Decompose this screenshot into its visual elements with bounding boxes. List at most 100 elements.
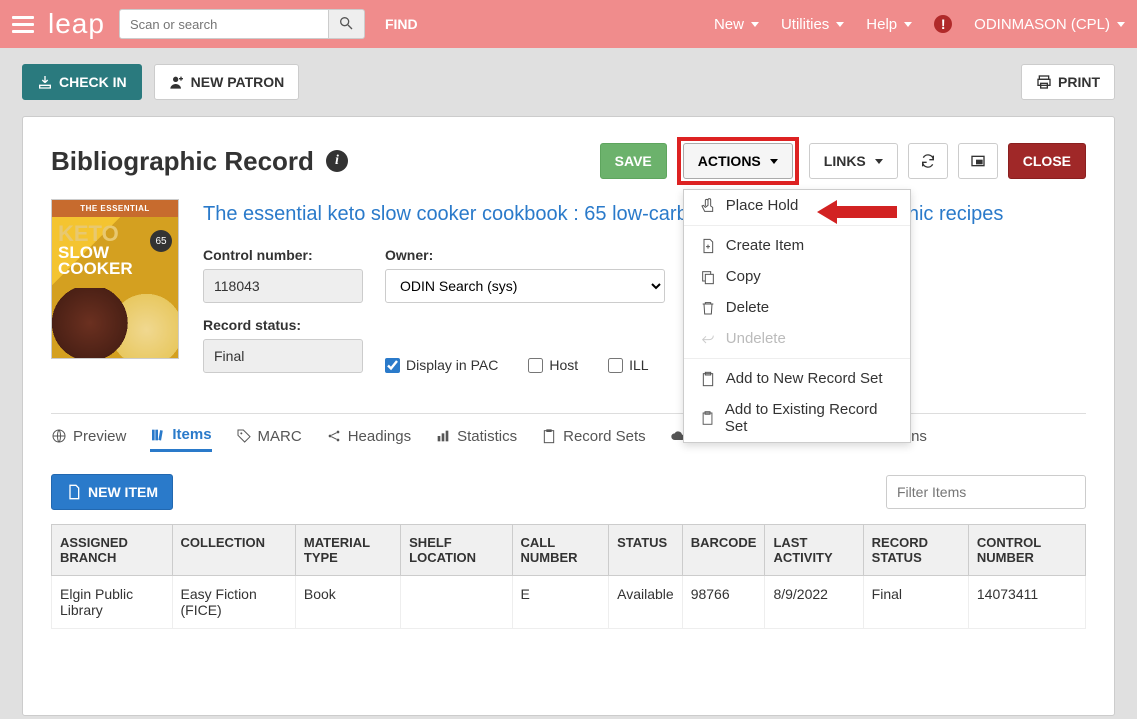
tabs: Preview Items MARC Headings Statistics R… xyxy=(51,413,1086,452)
callout-arrow xyxy=(817,197,897,227)
items-table: ASSIGNED BRANCH COLLECTION MATERIAL TYPE… xyxy=(51,524,1086,629)
cell-barcode: 98766 xyxy=(682,576,765,629)
print-button[interactable]: PRINT xyxy=(1021,64,1115,100)
cell-last: 8/9/2022 xyxy=(765,576,863,629)
dd-copy-label: Copy xyxy=(726,268,761,285)
col-barcode[interactable]: BARCODE xyxy=(682,525,765,576)
new-patron-button[interactable]: NEW PATRON xyxy=(154,64,300,100)
clipboard-icon xyxy=(541,428,557,444)
cell-status: Available xyxy=(609,576,683,629)
items-toolbar: NEW ITEM xyxy=(51,474,1086,510)
menu-help[interactable]: Help xyxy=(866,16,912,33)
cover-food-photo xyxy=(52,288,178,358)
dd-add-new-label: Add to New Record Set xyxy=(726,370,883,387)
dd-delete-label: Delete xyxy=(726,299,769,316)
tab-items[interactable]: Items xyxy=(150,426,211,452)
tab-statistics-label: Statistics xyxy=(457,428,517,445)
tab-record-sets[interactable]: Record Sets xyxy=(541,426,646,452)
owner-select[interactable]: ODIN Search (sys) xyxy=(385,269,665,303)
col-branch[interactable]: ASSIGNED BRANCH xyxy=(52,525,173,576)
cell-branch: Elgin Public Library xyxy=(52,576,173,629)
actions-button[interactable]: ACTIONS xyxy=(683,143,793,179)
cell-material: Book xyxy=(295,576,400,629)
cover-keto: KETO xyxy=(58,224,133,245)
cover-cooker: COOKER xyxy=(58,261,133,277)
col-collection[interactable]: COLLECTION xyxy=(172,525,295,576)
record-body: THE ESSENTIAL KETO SLOW COOKER 65 The es… xyxy=(51,199,1086,387)
tag-icon xyxy=(236,428,252,444)
top-bar: leap FIND New Utilities Help ! ODINMASON… xyxy=(0,0,1137,48)
tab-headings[interactable]: Headings xyxy=(326,426,411,452)
search-button[interactable] xyxy=(329,9,365,39)
find-link[interactable]: FIND xyxy=(385,16,418,32)
filter-items-input[interactable] xyxy=(886,475,1086,509)
menu-utilities[interactable]: Utilities xyxy=(781,16,844,33)
col-call[interactable]: CALL NUMBER xyxy=(512,525,609,576)
page-title: Bibliographic Record xyxy=(51,146,314,177)
tab-statistics[interactable]: Statistics xyxy=(435,426,517,452)
menu-icon[interactable] xyxy=(12,16,34,33)
download-icon xyxy=(37,74,53,90)
owner-label: Owner: xyxy=(385,247,665,263)
search-icon xyxy=(338,15,354,31)
search-input[interactable] xyxy=(119,9,329,39)
trash-icon xyxy=(700,300,716,316)
dd-add-new-set[interactable]: Add to New Record Set xyxy=(684,363,910,394)
alert-icon[interactable]: ! xyxy=(934,15,952,33)
table-header-row: ASSIGNED BRANCH COLLECTION MATERIAL TYPE… xyxy=(52,525,1086,576)
refresh-button[interactable] xyxy=(908,143,948,179)
dd-create-item[interactable]: Create Item xyxy=(684,230,910,261)
control-number-value: 118043 xyxy=(203,269,363,303)
action-bar: CHECK IN NEW PATRON PRINT xyxy=(0,48,1137,116)
host-label: Host xyxy=(549,357,578,373)
col-rstatus[interactable]: RECORD STATUS xyxy=(863,525,968,576)
dd-copy[interactable]: Copy xyxy=(684,261,910,292)
cover-badge: 65 xyxy=(150,230,172,252)
dd-add-existing-label: Add to Existing Record Set xyxy=(725,401,894,435)
books-icon xyxy=(150,427,166,443)
cover-image: THE ESSENTIAL KETO SLOW COOKER 65 xyxy=(51,199,179,387)
refresh-icon xyxy=(920,153,936,169)
dd-place-hold-label: Place Hold xyxy=(726,197,799,214)
checkin-button[interactable]: CHECK IN xyxy=(22,64,142,100)
share-icon xyxy=(326,428,342,444)
save-button[interactable]: SAVE xyxy=(600,143,667,179)
ill-checkbox[interactable]: ILL xyxy=(608,357,648,373)
main-panel: Bibliographic Record i SAVE ACTIONS Plac… xyxy=(22,116,1115,716)
tab-preview-label: Preview xyxy=(73,428,126,445)
links-button[interactable]: LINKS xyxy=(809,143,898,179)
checkin-label: CHECK IN xyxy=(59,74,127,90)
col-control[interactable]: CONTROL NUMBER xyxy=(968,525,1085,576)
tab-preview[interactable]: Preview xyxy=(51,426,126,452)
print-label: PRINT xyxy=(1058,74,1100,90)
dd-delete[interactable]: Delete xyxy=(684,292,910,323)
dd-undelete-label: Undelete xyxy=(726,330,786,347)
record-header: Bibliographic Record i SAVE ACTIONS Plac… xyxy=(51,137,1086,185)
user-menu[interactable]: ODINMASON (CPL) xyxy=(974,16,1125,33)
menu-new[interactable]: New xyxy=(714,16,759,33)
copy-icon xyxy=(700,269,716,285)
display-pac-checkbox[interactable]: Display in PAC xyxy=(385,357,498,373)
new-item-button[interactable]: NEW ITEM xyxy=(51,474,173,510)
cell-collection: Easy Fiction (FICE) xyxy=(172,576,295,629)
window-button[interactable] xyxy=(958,143,998,179)
record-title-link[interactable]: The essential keto slow cooker cookbook … xyxy=(203,199,1086,229)
table-row[interactable]: Elgin Public Library Easy Fiction (FICE)… xyxy=(52,576,1086,629)
info-icon[interactable]: i xyxy=(326,150,348,172)
dd-undelete: Undelete xyxy=(684,323,910,354)
pac-label: Display in PAC xyxy=(406,357,498,373)
close-button[interactable]: CLOSE xyxy=(1008,143,1086,179)
tab-marc[interactable]: MARC xyxy=(236,426,302,452)
col-last[interactable]: LAST ACTIVITY xyxy=(765,525,863,576)
tab-marc-label: MARC xyxy=(258,428,302,445)
tab-items-label: Items xyxy=(172,426,211,443)
clipboard-plus-icon xyxy=(700,371,716,387)
dd-add-existing-set[interactable]: Add to Existing Record Set xyxy=(684,394,910,442)
col-material[interactable]: MATERIAL TYPE xyxy=(295,525,400,576)
host-checkbox[interactable]: Host xyxy=(528,357,578,373)
tab-headings-label: Headings xyxy=(348,428,411,445)
col-shelf[interactable]: SHELF LOCATION xyxy=(401,525,512,576)
dd-separator xyxy=(684,358,910,359)
record-fields: The essential keto slow cooker cookbook … xyxy=(203,199,1086,387)
col-status[interactable]: STATUS xyxy=(609,525,683,576)
